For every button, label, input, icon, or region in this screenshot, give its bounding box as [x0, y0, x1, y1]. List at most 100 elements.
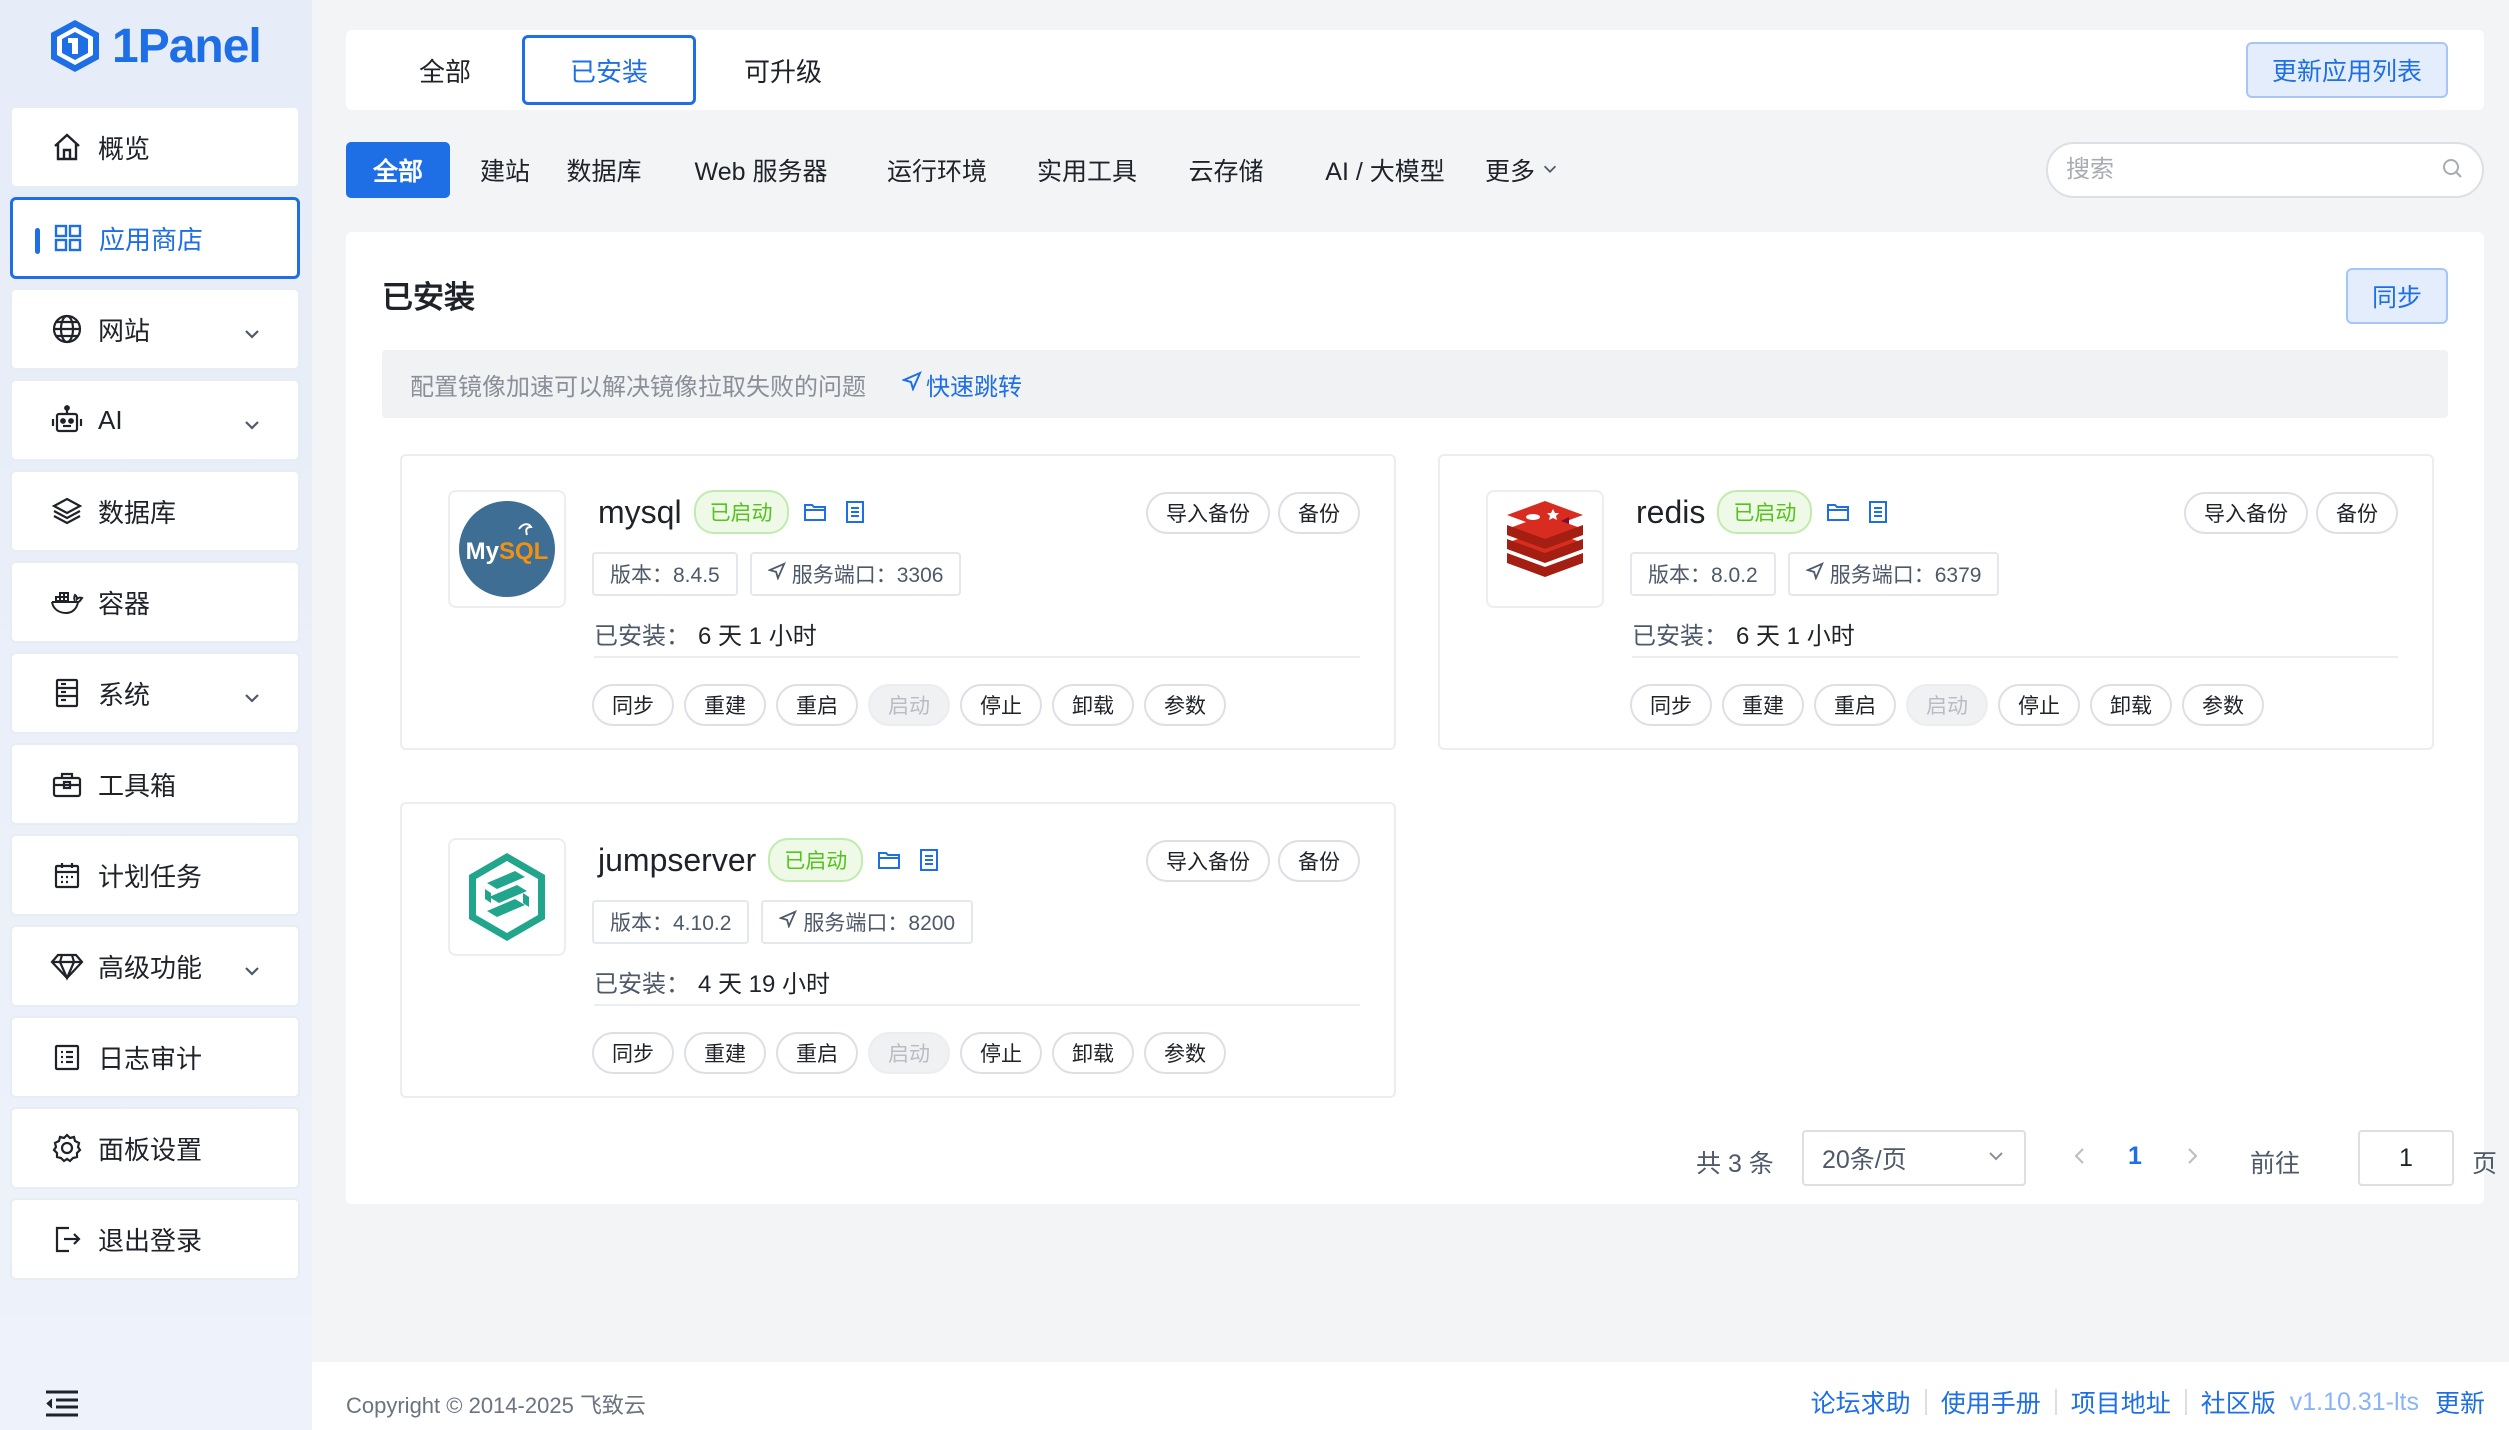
backup-button[interactable]: 备份 [1278, 492, 1360, 534]
port-tag: 服务端口：6379 [1787, 552, 2000, 596]
menu-collapse-icon[interactable] [44, 1388, 80, 1423]
start-button[interactable]: 启动 [868, 684, 950, 726]
installed-duration: 已安装： 6 天 1 小时 [1632, 616, 1855, 651]
app-info-tags: 版本：4.10.2 服务端口：8200 [592, 900, 974, 944]
category-ai[interactable]: AI / 大模型 [1310, 142, 1460, 198]
params-button[interactable]: 参数 [1144, 684, 1226, 726]
rebuild-button[interactable]: 重建 [684, 684, 766, 726]
mysql-logo-text: MySQL [466, 538, 549, 565]
installed-duration: 已安装： 4 天 19 小时 [594, 964, 830, 999]
params-button[interactable]: 参数 [1144, 1032, 1226, 1074]
tab-all[interactable]: 全部 [358, 35, 532, 105]
goto-page-input[interactable] [2358, 1130, 2454, 1186]
robot-icon [50, 403, 84, 437]
rebuild-button[interactable]: 重建 [1722, 684, 1804, 726]
backup-button[interactable]: 备份 [2316, 492, 2398, 534]
logout-icon [50, 1222, 84, 1256]
restart-button[interactable]: 重启 [1814, 684, 1896, 726]
document-icon[interactable] [841, 498, 869, 526]
uninstall-button[interactable]: 卸载 [1052, 1032, 1134, 1074]
update-link[interactable]: 更新 [2435, 1384, 2485, 1420]
app-name-row: mysql 已启动 [598, 490, 869, 534]
chevron-down-icon [1541, 156, 1559, 185]
project-link[interactable]: 项目地址 [2071, 1384, 2171, 1420]
category-tools[interactable]: 实用工具 [1034, 142, 1140, 198]
sidebar-item-toolbox[interactable]: 工具箱 [10, 743, 300, 825]
installed-time: 6 天 1 小时 [698, 623, 817, 650]
forum-link[interactable]: 论坛求助 [1811, 1384, 1911, 1420]
sidebar-item-log-audit[interactable]: 日志审计 [10, 1016, 300, 1098]
jumpserver-logo [448, 838, 566, 956]
uninstall-button[interactable]: 卸载 [1052, 684, 1134, 726]
category-web-server[interactable]: Web 服务器 [670, 142, 852, 198]
stop-button[interactable]: 停止 [960, 684, 1042, 726]
prev-page-icon[interactable] [2070, 1144, 2090, 1173]
installed-time: 6 天 1 小时 [1736, 623, 1855, 650]
status-badge: 已启动 [693, 490, 789, 534]
restart-button[interactable]: 重启 [776, 1032, 858, 1074]
manual-link[interactable]: 使用手册 [1941, 1384, 2041, 1420]
gear-icon [50, 1131, 84, 1165]
quick-jump-link[interactable]: 快速跳转 [901, 367, 1022, 402]
category-cloud-storage[interactable]: 云存储 [1186, 142, 1266, 198]
sync-app-button[interactable]: 同步 [592, 1032, 674, 1074]
sidebar-item-advanced[interactable]: 高级功能 [10, 925, 300, 1007]
edition-link[interactable]: 社区版 [2201, 1384, 2276, 1420]
port-text: 服务端口：3306 [791, 564, 944, 587]
search-input[interactable] [2066, 156, 2440, 184]
folder-icon[interactable] [801, 498, 829, 526]
sidebar-item-container[interactable]: 容器 [10, 561, 300, 643]
sidebar-item-system[interactable]: 系统 [10, 652, 300, 734]
category-more[interactable]: 更多 [1480, 142, 1564, 198]
document-icon[interactable] [915, 846, 943, 874]
sidebar-item-cron[interactable]: 计划任务 [10, 834, 300, 916]
stop-button[interactable]: 停止 [1998, 684, 2080, 726]
import-backup-button[interactable]: 导入备份 [1146, 492, 1270, 534]
sidebar-item-app-store[interactable]: 应用商店 [10, 197, 300, 279]
start-button[interactable]: 启动 [868, 1032, 950, 1074]
current-page[interactable]: 1 [2128, 1142, 2142, 1171]
document-icon[interactable] [1864, 498, 1892, 526]
start-button[interactable]: 启动 [1906, 684, 1988, 726]
sync-app-button[interactable]: 同步 [592, 684, 674, 726]
sidebar-item-overview[interactable]: 概览 [10, 106, 300, 188]
next-page-icon[interactable] [2182, 1144, 2202, 1173]
installed-time: 4 天 19 小时 [698, 971, 831, 998]
sync-button[interactable]: 同步 [2346, 268, 2448, 324]
app-logo[interactable]: 1Panel [48, 14, 262, 78]
sync-app-button[interactable]: 同步 [1630, 684, 1712, 726]
search-icon[interactable] [2440, 156, 2464, 185]
rebuild-button[interactable]: 重建 [684, 1032, 766, 1074]
sidebar-item-ai[interactable]: AI [10, 379, 300, 461]
import-backup-button[interactable]: 导入备份 [1146, 840, 1270, 882]
tab-upgradable[interactable]: 可升级 [696, 35, 870, 105]
chevron-down-icon [242, 411, 262, 442]
globe-icon [50, 312, 84, 346]
category-runtime[interactable]: 运行环境 [884, 142, 990, 198]
page-size-select[interactable]: 20条/页 [1802, 1130, 2026, 1186]
folder-icon[interactable] [1824, 498, 1852, 526]
goto-label: 前往 [2250, 1150, 2301, 1178]
sidebar-item-website[interactable]: 网站 [10, 288, 300, 370]
app-card-jumpserver: jumpserver 已启动 导入备份 备份 版本：4.10.2 服务端口：82… [400, 802, 1396, 1098]
refresh-app-list-button[interactable]: 更新应用列表 [2246, 42, 2448, 98]
divider [594, 656, 1360, 658]
category-database[interactable]: 数据库 [556, 142, 652, 198]
sidebar-item-database[interactable]: 数据库 [10, 470, 300, 552]
params-button[interactable]: 参数 [2182, 684, 2264, 726]
restart-button[interactable]: 重启 [776, 684, 858, 726]
folder-icon[interactable] [875, 846, 903, 874]
tab-installed[interactable]: 已安装 [522, 35, 696, 105]
status-badge: 已启动 [1717, 490, 1813, 534]
backup-button[interactable]: 备份 [1278, 840, 1360, 882]
sidebar-item-settings[interactable]: 面板设置 [10, 1107, 300, 1189]
import-backup-button[interactable]: 导入备份 [2184, 492, 2308, 534]
sidebar-item-label: 数据库 [98, 497, 177, 528]
sidebar-item-label: 计划任务 [98, 861, 203, 892]
category-all[interactable]: 全部 [346, 142, 450, 198]
stop-button[interactable]: 停止 [960, 1032, 1042, 1074]
uninstall-button[interactable]: 卸载 [2090, 684, 2172, 726]
sidebar-item-logout[interactable]: 退出登录 [10, 1198, 300, 1280]
installed-label: 已安装： [1632, 623, 1728, 650]
category-website[interactable]: 建站 [472, 142, 538, 198]
